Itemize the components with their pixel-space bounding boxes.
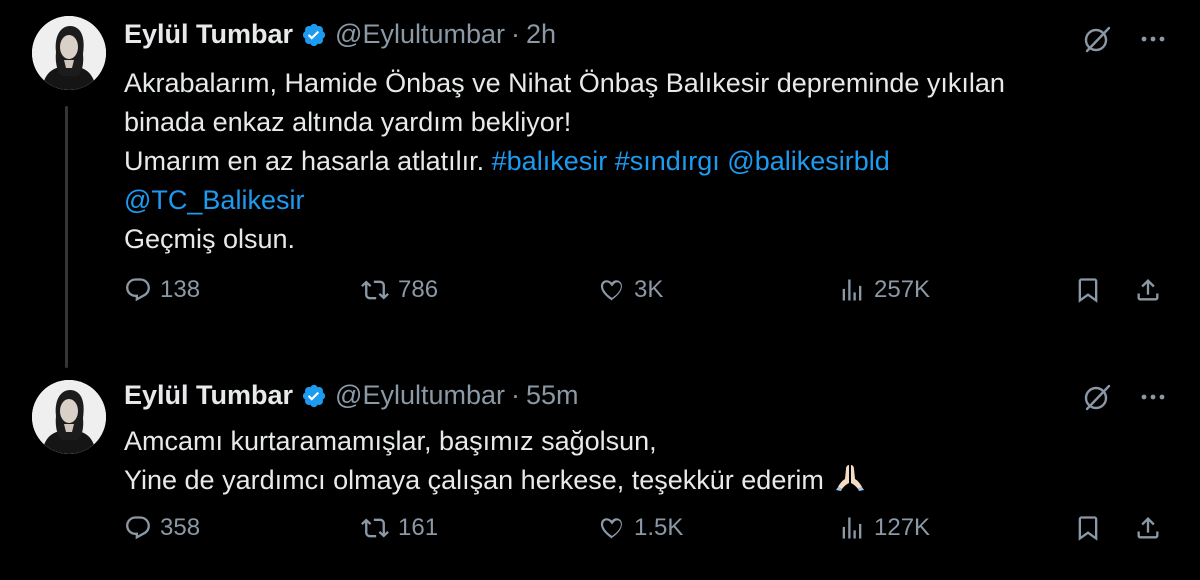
view-count: 257K — [874, 276, 931, 303]
mention-link[interactable]: @balikesirbld — [727, 146, 889, 176]
tweet-text-line: Amcamı kurtaramamışlar, başımız sağolsun… — [124, 422, 866, 461]
grok-icon[interactable] — [1082, 382, 1112, 412]
reply-icon — [124, 276, 152, 304]
repost-button[interactable]: 786 — [360, 276, 438, 304]
mention-link[interactable]: @TC_Balikesir — [124, 185, 304, 215]
separator-dot: · — [511, 19, 520, 49]
tweet-text-line: @TC_Balikesir — [124, 181, 1005, 220]
reply-icon — [124, 514, 152, 542]
author-name[interactable]: Eylül Tumbar — [124, 380, 293, 411]
like-button[interactable]: 1.5K — [598, 514, 683, 542]
tweet-text-line: Akrabalarım, Hamide Önbaş ve Nihat Önbaş… — [124, 64, 1005, 103]
like-button[interactable]: 3K — [598, 276, 663, 304]
verified-badge-icon[interactable] — [301, 22, 327, 48]
tweet-top-actions — [1082, 24, 1166, 54]
tweet-text-line: Umarım en az hasarla atlatılır. #balıkes… — [124, 142, 1005, 181]
share-icon — [1134, 514, 1162, 542]
timestamp[interactable]: 55m — [526, 380, 579, 411]
tweet-text-line: Yine de yardımcı olmaya çalışan herkese,… — [124, 461, 866, 502]
like-count: 1.5K — [634, 514, 684, 541]
views-button[interactable]: 257K — [838, 276, 930, 304]
tweet-top-actions — [1082, 382, 1166, 412]
author-handle[interactable]: @Eylultumbar — [335, 19, 505, 50]
views-icon — [838, 276, 866, 304]
tweet-text-line: Geçmiş olsun. — [124, 220, 1005, 259]
bookmark-icon — [1074, 276, 1102, 304]
views-button[interactable]: 127K — [838, 514, 930, 542]
repost-button[interactable]: 161 — [360, 514, 438, 542]
verified-badge-icon[interactable] — [301, 383, 327, 409]
reply-button[interactable]: 358 — [124, 514, 200, 542]
text-span: binada enkaz altında yardım bekliyor! — [124, 107, 572, 137]
author-name[interactable]: Eylül Tumbar — [124, 19, 293, 50]
separator-dot: · — [511, 380, 520, 410]
like-icon — [598, 514, 626, 542]
hashtag-link[interactable]: #balıkesir — [492, 146, 608, 176]
more-icon[interactable] — [1140, 26, 1166, 52]
share-button[interactable] — [1134, 276, 1162, 304]
text-span: Umarım en az hasarla atlatılır. — [124, 146, 492, 176]
tweet[interactable]: Eylül Tumbar @Eylultumbar · 55m Amcamı k… — [0, 360, 1200, 580]
tweet-text-line: binada enkaz altında yardım bekliyor! — [124, 103, 1005, 142]
folded-hands-emoji — [834, 461, 866, 502]
reply-count: 358 — [160, 514, 201, 541]
repost-icon — [360, 514, 390, 542]
avatar[interactable] — [32, 16, 106, 90]
tweet[interactable]: Eylül Tumbar @Eylultumbar · 2h Akrabalar… — [0, 0, 1200, 360]
view-count: 127K — [874, 514, 931, 541]
text-span: Akrabalarım, Hamide Önbaş ve Nihat Önbaş… — [124, 68, 1005, 98]
text-span: Yine de yardımcı olmaya çalışan herkese,… — [124, 465, 824, 495]
grok-icon[interactable] — [1082, 24, 1112, 54]
text-span — [607, 146, 615, 176]
avatar[interactable] — [32, 380, 106, 454]
tweet-text: Akrabalarım, Hamide Önbaş ve Nihat Önbaş… — [124, 64, 1005, 259]
tweet-header: Eylül Tumbar @Eylultumbar · 55m — [124, 380, 579, 411]
bookmark-icon — [1074, 514, 1102, 542]
like-icon — [598, 276, 626, 304]
repost-count: 786 — [398, 276, 439, 303]
reply-button[interactable]: 138 — [124, 276, 200, 304]
share-icon — [1134, 276, 1162, 304]
hashtag-link[interactable]: #sındırgı — [615, 146, 720, 176]
bookmark-button[interactable] — [1074, 514, 1102, 542]
reply-count: 138 — [160, 276, 201, 303]
bookmark-button[interactable] — [1074, 276, 1102, 304]
share-button[interactable] — [1134, 514, 1162, 542]
text-span: Amcamı kurtaramamışlar, başımız sağolsun… — [124, 426, 657, 456]
author-handle[interactable]: @Eylultumbar — [335, 380, 505, 411]
tweet-text: Amcamı kurtaramamışlar, başımız sağolsun… — [124, 422, 866, 502]
repost-icon — [360, 276, 390, 304]
tweet-header: Eylül Tumbar @Eylultumbar · 2h — [124, 19, 556, 50]
like-count: 3K — [634, 276, 664, 303]
repost-count: 161 — [398, 514, 439, 541]
text-span: Geçmiş olsun. — [124, 224, 296, 254]
more-icon[interactable] — [1140, 384, 1166, 410]
views-icon — [838, 514, 866, 542]
timestamp[interactable]: 2h — [526, 19, 556, 50]
